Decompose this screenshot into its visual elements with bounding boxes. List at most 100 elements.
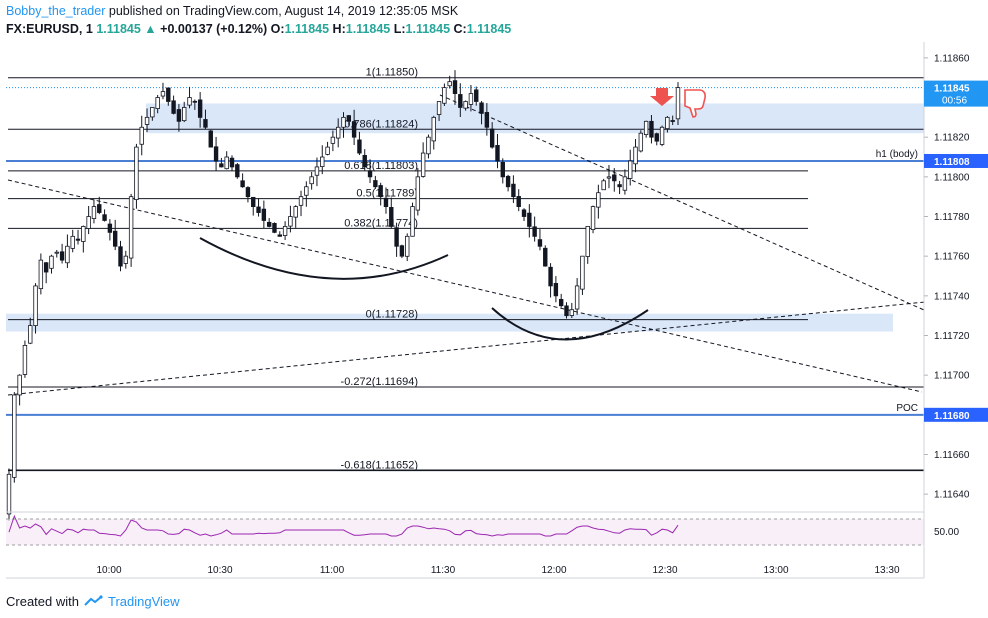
candle-body — [399, 245, 405, 257]
candle-body — [341, 116, 346, 128]
candle-body — [574, 285, 580, 310]
candle-body — [463, 101, 468, 109]
candle-body — [304, 186, 309, 196]
candle-body — [150, 107, 155, 118]
candle-body — [81, 226, 86, 242]
candle-body — [97, 204, 102, 213]
candle-body — [553, 283, 559, 297]
candle-body — [118, 246, 123, 267]
candle-body — [543, 247, 548, 267]
candle-body — [357, 139, 362, 154]
candle-body — [38, 259, 44, 290]
y-tick-label: 1.11740 — [934, 291, 970, 302]
candle-body — [532, 226, 537, 237]
candle-body — [33, 285, 38, 326]
candle-body — [622, 176, 628, 191]
candle-body — [266, 221, 272, 227]
candle-body — [564, 305, 569, 317]
price-label-text: 1.11845 — [934, 84, 970, 95]
candle-body — [442, 87, 447, 104]
candle-body — [261, 208, 267, 221]
y-tick-label: 1.11860 — [934, 53, 970, 64]
tradingview-brand[interactable]: TradingView — [108, 594, 180, 609]
candle-body — [256, 206, 261, 213]
candle-body — [665, 116, 670, 130]
candle-body — [580, 255, 585, 290]
candle-body — [70, 235, 75, 249]
rounding-bottom-arc — [199, 237, 449, 280]
candle-body — [389, 207, 394, 227]
candle-body — [612, 174, 617, 182]
candle-body — [415, 176, 421, 211]
candle-body — [112, 230, 118, 247]
candle-body — [638, 132, 644, 152]
candle-body — [458, 94, 463, 108]
down-arrow-icon — [650, 88, 674, 106]
candle-body — [17, 374, 22, 396]
price-label-text: 1.11808 — [934, 157, 970, 168]
candle-body — [505, 175, 511, 188]
candle-body — [213, 146, 219, 162]
countdown-label: 00:56 — [942, 96, 967, 107]
candle-body — [606, 176, 612, 179]
fib-label: -0.272(1.11694) — [341, 376, 418, 388]
horizontal-line-label: POC — [896, 403, 918, 414]
candle-body — [633, 146, 638, 165]
candle-body — [346, 115, 352, 122]
candle-body — [251, 196, 256, 207]
candle-body — [240, 180, 245, 188]
candle-body — [298, 196, 304, 206]
price-chart[interactable]: 1(1.11850)0.786(1.11824)0.618(1.11803)0.… — [0, 0, 988, 590]
time-axis[interactable]: 10:00 10:30 11:00 11:30 12:00 12:30 13:00 13:30 — [6, 565, 924, 579]
candle-body — [134, 146, 139, 200]
candle-body — [171, 100, 176, 114]
candle-body — [670, 120, 675, 122]
candle-body — [6, 473, 12, 515]
candle-body — [378, 185, 383, 198]
y-tick-label: 1.11720 — [934, 331, 970, 342]
candle-body — [203, 119, 208, 128]
candle-body — [182, 107, 187, 122]
candle-body — [500, 161, 505, 178]
candle-body — [351, 121, 357, 138]
candle-body — [166, 87, 171, 102]
candle-body — [43, 262, 49, 273]
candle-body — [75, 238, 81, 241]
candle-body — [649, 120, 654, 138]
candle-body — [537, 239, 543, 247]
y-tick-label: 1.11640 — [934, 490, 970, 501]
candle-body — [282, 226, 288, 236]
candle-body — [367, 170, 373, 178]
price-zone — [6, 313, 893, 332]
fib-label: 0(1.11728) — [366, 309, 418, 321]
candles — [6, 70, 681, 521]
y-tick-label: 1.11700 — [934, 371, 970, 382]
candle-body — [394, 227, 399, 247]
candle-body — [405, 235, 410, 257]
horizontal-line-label: h1 (body) — [876, 149, 918, 160]
candle-body — [447, 81, 452, 87]
candle-body — [675, 87, 681, 120]
candle-body — [139, 126, 144, 145]
footer: Created with TradingView — [6, 594, 180, 609]
candle-body — [569, 309, 575, 316]
candle-body — [410, 206, 415, 237]
rsi-band — [6, 519, 924, 545]
candle-body — [431, 116, 436, 142]
price-axis[interactable]: 1.118601.118401.118201.118001.117801.117… — [923, 42, 988, 578]
candle-body — [484, 112, 490, 128]
candle-body — [330, 136, 336, 144]
candle-body — [272, 223, 277, 233]
candle-body — [235, 164, 240, 178]
candle-body — [102, 214, 107, 221]
fib-label: -0.618(1.11652) — [341, 459, 418, 471]
candle-body — [144, 116, 150, 125]
candle-body — [187, 97, 192, 106]
x-tick-label: 13:00 — [763, 565, 788, 576]
candle-body — [123, 255, 129, 264]
y-tick-label: 1.11780 — [934, 212, 970, 223]
candle-body — [474, 89, 479, 102]
candle-body — [452, 80, 458, 94]
candle-body — [288, 216, 293, 227]
x-tick-label: 12:00 — [541, 565, 566, 576]
